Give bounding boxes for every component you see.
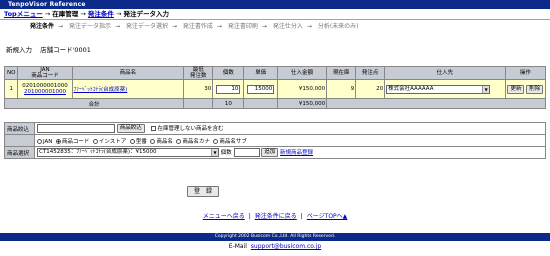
entry-info: 新規入力 店舗コード'0001 xyxy=(6,44,97,54)
chevron-down-icon: ▼ xyxy=(211,149,218,156)
add-qty-input[interactable] xyxy=(233,148,260,157)
row-name-link[interactable]: ﾌｧｰﾍﾞｯﾄｺﾅﾗ(台成原薬) xyxy=(74,87,128,93)
col-qty: 個数 xyxy=(212,66,245,80)
step-2: 発注データ指示 xyxy=(68,23,111,30)
price-input[interactable]: 15000 xyxy=(247,84,275,94)
product-filter-panel: 商品絞込 商品絞込 在庫管理しない商品を含む JAN 商品コード インストア 型… xyxy=(4,122,546,159)
row-code-link[interactable]: 201000001000 xyxy=(24,89,66,95)
workflow-steps: 発注条件 → 発注データ指示 → 発注データ選択 → 発注書作成 → 発注書印刷 → 発注… xyxy=(30,23,359,30)
include-unmanaged-checkbox[interactable] xyxy=(150,126,156,131)
breadcrumb-stock: 在庫管理 xyxy=(52,10,79,18)
col-supplier: 仕入先 xyxy=(384,66,506,80)
contact-email: E-Mail support@busicom.co.jp xyxy=(0,243,550,250)
search-type-row: JAN 商品コード インストア 型番 商品名 商品名カナ 商品名サブ xyxy=(4,134,546,147)
step-4: 発注書作成 xyxy=(182,23,213,30)
page-top-link[interactable]: ページTOPへ▲ xyxy=(307,213,348,220)
supplier-select[interactable]: 株式会社AAAAAA ▼ xyxy=(386,84,491,94)
breadcrumb-current: 発注データ入力 xyxy=(123,10,169,18)
app-title: TenpoVisor Reference xyxy=(8,1,86,8)
radio-product-code[interactable] xyxy=(55,138,61,144)
col-min-qty: 最低 発注数 xyxy=(183,66,214,80)
qty-input[interactable]: 10 xyxy=(216,84,241,94)
row-name-cell: ﾌｧｰﾍﾞｯﾄｺﾅﾗ(台成原薬) xyxy=(71,79,185,99)
step-3: 発注データ選択 xyxy=(125,23,168,30)
qty-label: 個数 xyxy=(220,150,232,156)
new-product-link[interactable]: 新規商品登録 xyxy=(280,150,313,156)
app-title-bar: TenpoVisor Reference xyxy=(0,0,550,9)
step-7: 分析(未来のみ) xyxy=(317,23,359,30)
row-supplier-cell: 株式会社AAAAAA ▼ xyxy=(384,79,506,99)
radio-jan[interactable] xyxy=(37,138,42,144)
total-row: 合計 10 ¥150,000 xyxy=(3,98,546,109)
table-header-row: NO JAN 商品コード 商品名 最低 発注数 個数 単価 仕入金額 現在庫 発… xyxy=(3,66,547,80)
back-to-condition-link[interactable]: 発注条件に戻る xyxy=(255,213,297,220)
product-select-row: 商品選択 CT1452835：ﾌｧｰﾍﾞｯﾄｺﾅﾗ(台成原薬)：¥15000 ▼… xyxy=(4,146,546,159)
col-jan: JAN 商品コード xyxy=(17,66,73,80)
row-qty-cell: 10 xyxy=(212,79,245,99)
chevron-down-icon: ▼ xyxy=(482,85,490,93)
total-amount: ¥150,000 xyxy=(276,98,328,109)
radio-model[interactable] xyxy=(129,138,135,144)
delete-button[interactable]: 削除 xyxy=(526,84,544,94)
entry-mode: 新規入力 xyxy=(6,46,32,54)
breadcrumb-top-link[interactable]: Topメニュー xyxy=(4,10,43,18)
search-type-radios: JAN 商品コード インストア 型番 商品名 商品名カナ 商品名サブ xyxy=(34,134,546,147)
narrow-row: 商品絞込 商品絞込 在庫管理しない商品を含む xyxy=(4,122,546,135)
add-button[interactable]: 追加 xyxy=(261,148,279,157)
store-code: 店舗コード'0001 xyxy=(40,46,91,54)
register-button[interactable]: 登 録 xyxy=(187,186,219,197)
select-label: 商品選択 xyxy=(4,146,35,159)
order-table: NO JAN 商品コード 商品名 最低 発注数 個数 単価 仕入金額 現在庫 発… xyxy=(3,66,547,109)
table-row: 1 0201000001000 201000001000 ﾌｧｰﾍﾞｯﾄｺﾅﾗ(… xyxy=(3,79,547,99)
narrow-input[interactable] xyxy=(37,124,115,133)
col-name: 商品名 xyxy=(71,66,185,80)
narrow-button[interactable]: 商品絞込 xyxy=(116,124,145,133)
step-5: 発注書印刷 xyxy=(227,23,258,30)
col-price: 単価 xyxy=(243,66,278,80)
col-no: NO xyxy=(3,66,19,80)
copyright-text: Copyright 2002 Busicom Co.,Ltd. All Righ… xyxy=(214,234,336,239)
total-qty: 10 xyxy=(212,98,245,109)
include-unmanaged-label: 在庫管理しない商品を含む xyxy=(157,126,224,132)
radio-instore[interactable] xyxy=(92,138,98,144)
radio-name-sub[interactable] xyxy=(213,138,219,144)
total-label: 合計 xyxy=(3,98,185,109)
row-price-cell: 15000 xyxy=(243,79,278,99)
step-6: 発注仕分入 xyxy=(272,23,303,30)
breadcrumb-order-condition-link[interactable]: 発注条件 xyxy=(88,10,114,18)
row-reorder: 20 xyxy=(355,79,386,99)
row-min-qty: 30 xyxy=(183,79,214,99)
breadcrumb: Topメニュー → 在庫管理 → 発注条件 → 発注データ入力 xyxy=(0,9,550,20)
col-action: 操作 xyxy=(504,66,547,80)
row-actions: 更新 削除 xyxy=(504,79,547,99)
col-stock: 現在庫 xyxy=(326,66,357,80)
product-selected-value: CT1452835：ﾌｧｰﾍﾞｯﾄｺﾅﾗ(台成原薬)：¥15000 xyxy=(39,149,157,155)
copyright-bar: Copyright 2002 Busicom Co.,Ltd. All Righ… xyxy=(0,233,550,241)
col-amount: 仕入金額 xyxy=(276,66,328,80)
email-label: E-Mail xyxy=(228,243,247,250)
email-link[interactable]: support@busicom.co.jp xyxy=(251,243,321,250)
update-button[interactable]: 更新 xyxy=(507,84,525,94)
col-reorder: 発注点 xyxy=(355,66,386,80)
row-amount: ¥150,000 xyxy=(276,79,328,99)
narrow-label: 商品絞込 xyxy=(4,122,35,135)
row-jan-cell: 0201000001000 201000001000 xyxy=(17,79,73,99)
step-1: 発注条件 xyxy=(30,23,55,30)
back-to-menu-link[interactable]: メニューへ戻る xyxy=(203,213,245,220)
product-select[interactable]: CT1452835：ﾌｧｰﾍﾞｯﾄｺﾅﾗ(台成原薬)：¥15000 ▼ xyxy=(37,148,219,157)
supplier-selected-value: 株式会社AAAAAA xyxy=(388,85,434,92)
radio-name-kana[interactable] xyxy=(176,138,182,144)
row-no: 1 xyxy=(3,79,19,99)
radio-name[interactable] xyxy=(150,138,156,144)
footer-links: メニューへ戻る | 発注条件に戻る | ページTOPへ▲ xyxy=(202,213,348,220)
row-stock: 9 xyxy=(326,79,357,99)
